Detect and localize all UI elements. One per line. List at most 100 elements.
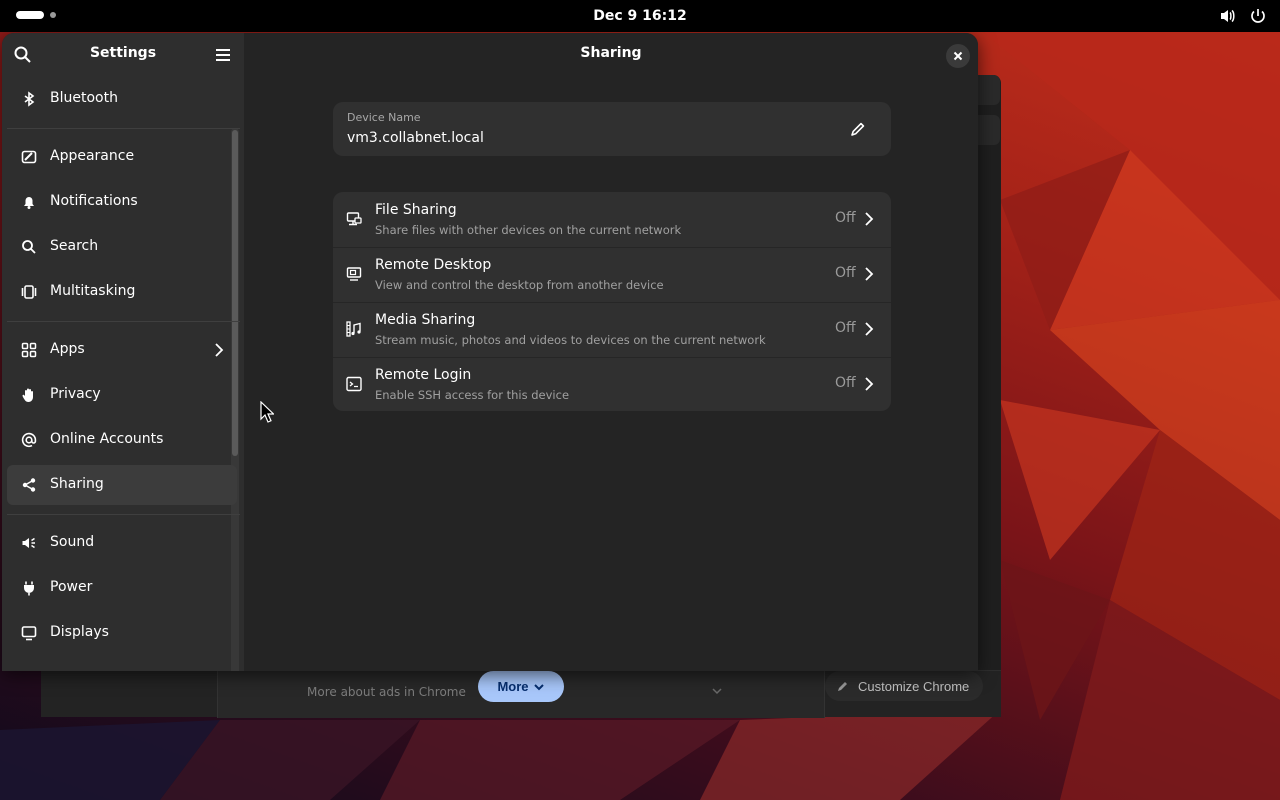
sidebar-item-multitasking[interactable]: Multitasking bbox=[7, 272, 237, 312]
share-icon bbox=[19, 475, 39, 495]
workspace-indicator-active bbox=[16, 11, 44, 19]
ads-info-link[interactable]: More about ads in Chrome bbox=[307, 685, 466, 699]
row-subtitle: Enable SSH access for this device bbox=[375, 388, 570, 402]
sidebar-item-label: Sound bbox=[50, 534, 95, 550]
pencil-icon bbox=[851, 122, 865, 136]
file-sharing-row[interactable]: File Sharing Share files with other devi… bbox=[333, 192, 891, 247]
clock[interactable]: Dec 9 16:12 bbox=[0, 0, 1280, 32]
more-button[interactable]: More bbox=[478, 671, 564, 702]
power-plug-icon bbox=[19, 578, 39, 598]
sidebar-item-label: Privacy bbox=[50, 386, 101, 402]
sidebar-list: Bluetooth Appearance Notifications Searc… bbox=[2, 78, 244, 671]
chrome-bottom-strip: More about ads in Chrome More Customize … bbox=[41, 670, 1001, 718]
close-icon bbox=[953, 51, 963, 61]
row-title: File Sharing bbox=[375, 202, 457, 218]
row-subtitle: Share files with other devices on the cu… bbox=[375, 223, 682, 237]
status-label: Off bbox=[835, 210, 856, 226]
hamburger-menu-icon bbox=[216, 49, 230, 61]
sidebar-item-notifications[interactable]: Notifications bbox=[7, 182, 237, 222]
workspace-indicator bbox=[50, 12, 56, 18]
page-title: Sharing bbox=[580, 45, 642, 61]
sidebar-item-label: Displays bbox=[50, 624, 109, 640]
sidebar-item-label: Multitasking bbox=[50, 283, 136, 299]
chevron-right-icon bbox=[863, 321, 875, 341]
customize-chrome-label: Customize Chrome bbox=[858, 678, 970, 694]
bell-icon bbox=[19, 192, 39, 212]
chrome-window-button[interactable] bbox=[978, 115, 1000, 145]
sharing-panel: Sharing Device Name vm3.collabnet.local … bbox=[244, 33, 978, 671]
chevron-down-icon[interactable] bbox=[711, 685, 723, 697]
chevron-right-icon bbox=[213, 342, 225, 362]
sidebar-item-sound[interactable]: Sound bbox=[7, 523, 237, 563]
status-label: Off bbox=[835, 375, 856, 391]
sidebar-item-label: Appearance bbox=[50, 148, 135, 164]
sidebar-title: Settings bbox=[89, 45, 157, 61]
search-icon bbox=[19, 237, 39, 257]
chevron-right-icon bbox=[863, 266, 875, 286]
sidebar-item-power[interactable]: Power bbox=[7, 568, 237, 608]
activities-button[interactable] bbox=[16, 11, 56, 19]
customize-chrome-button[interactable]: Customize Chrome bbox=[825, 671, 983, 701]
chevron-right-icon bbox=[863, 211, 875, 231]
sidebar-item-apps[interactable]: Apps bbox=[7, 330, 237, 370]
row-title: Media Sharing bbox=[375, 312, 476, 328]
top-bar: Dec 9 16:12 bbox=[0, 0, 1280, 32]
sidebar-item-label: Notifications bbox=[50, 193, 138, 209]
chrome-window-button[interactable] bbox=[978, 75, 1000, 105]
remote-desktop-icon bbox=[345, 265, 363, 283]
row-subtitle: Stream music, photos and videos to devic… bbox=[375, 333, 766, 347]
appearance-icon bbox=[19, 147, 39, 167]
file-sharing-icon bbox=[345, 210, 363, 228]
media-sharing-row[interactable]: Media Sharing Stream music, photos and v… bbox=[333, 302, 891, 357]
sidebar-separator bbox=[7, 128, 240, 129]
sidebar-item-bluetooth[interactable]: Bluetooth bbox=[7, 79, 237, 119]
display-icon bbox=[19, 623, 39, 643]
sidebar-item-displays[interactable]: Displays bbox=[7, 613, 237, 653]
device-name-value[interactable]: vm3.collabnet.local bbox=[347, 130, 484, 146]
more-button-label: More bbox=[497, 679, 529, 694]
mouse-cursor-icon bbox=[260, 400, 275, 427]
sharing-services-list: File Sharing Share files with other devi… bbox=[333, 192, 891, 411]
main-menu-button[interactable] bbox=[212, 44, 234, 66]
power-icon[interactable] bbox=[1248, 6, 1268, 26]
sidebar-item-label: Online Accounts bbox=[50, 431, 164, 447]
remote-login-row[interactable]: Remote Login Enable SSH access for this … bbox=[333, 357, 891, 411]
device-name-row[interactable]: Device Name vm3.collabnet.local bbox=[333, 102, 891, 156]
sidebar-item-appearance[interactable]: Appearance bbox=[7, 137, 237, 177]
pencil-icon bbox=[838, 682, 847, 691]
sidebar-separator bbox=[7, 321, 240, 322]
device-name-label: Device Name bbox=[347, 111, 421, 124]
sidebar-header: Settings bbox=[2, 33, 244, 78]
row-subtitle: View and control the desktop from anothe… bbox=[375, 278, 664, 292]
row-title: Remote Login bbox=[375, 367, 472, 383]
sidebar-item-search[interactable]: Search bbox=[7, 227, 237, 267]
status-label: Off bbox=[835, 320, 856, 336]
row-title: Remote Desktop bbox=[375, 257, 492, 273]
edit-device-name-button[interactable] bbox=[849, 120, 869, 140]
terminal-icon bbox=[345, 375, 363, 393]
sidebar-item-sharing[interactable]: Sharing bbox=[7, 465, 237, 505]
at-icon bbox=[19, 430, 39, 450]
settings-window: Settings Bluetooth Appearance Notificati… bbox=[2, 33, 978, 671]
apps-icon bbox=[19, 340, 39, 360]
media-sharing-icon bbox=[345, 320, 363, 338]
sidebar-item-online-accounts[interactable]: Online Accounts bbox=[7, 420, 237, 460]
sidebar-item-label: Apps bbox=[50, 341, 85, 357]
hand-icon bbox=[19, 385, 39, 405]
settings-sidebar: Settings Bluetooth Appearance Notificati… bbox=[2, 33, 244, 671]
chevron-right-icon bbox=[863, 376, 875, 396]
sidebar-item-label: Sharing bbox=[50, 476, 104, 492]
multitasking-icon bbox=[19, 282, 39, 302]
sidebar-item-privacy[interactable]: Privacy bbox=[7, 375, 237, 415]
close-button[interactable] bbox=[946, 44, 970, 68]
volume-icon[interactable] bbox=[1218, 6, 1238, 26]
sound-icon bbox=[19, 533, 39, 553]
system-tray[interactable] bbox=[1218, 6, 1268, 26]
remote-desktop-row[interactable]: Remote Desktop View and control the desk… bbox=[333, 247, 891, 302]
chevron-down-icon bbox=[533, 683, 544, 690]
sidebar-item-label: Power bbox=[50, 579, 93, 595]
status-label: Off bbox=[835, 265, 856, 281]
sidebar-item-label: Search bbox=[50, 238, 99, 254]
bluetooth-icon bbox=[19, 89, 39, 109]
sidebar-item-label: Bluetooth bbox=[50, 90, 118, 106]
